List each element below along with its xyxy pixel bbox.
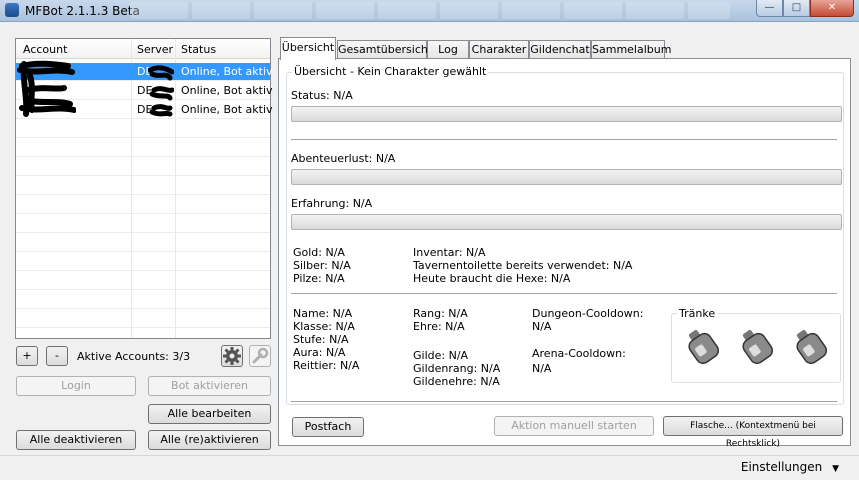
einstellungen-label: Einstellungen — [740, 460, 823, 474]
account-list-header: Account Server Status — [16, 39, 270, 59]
alle-bearbeiten-button[interactable]: Alle bearbeiten — [148, 404, 271, 424]
separator — [291, 293, 837, 294]
stufe-label: Stufe: N/A — [293, 333, 349, 346]
title-bar: MFBot 2.1.1.3 Beta — □ ✕ — [0, 0, 859, 22]
settings-button[interactable] — [221, 345, 243, 367]
traenke-groupbox-title: Tränke — [677, 307, 718, 320]
empty-row — [16, 291, 270, 309]
empty-row — [16, 158, 270, 176]
klasse-label: Klasse: N/A — [293, 320, 355, 333]
tab-log[interactable]: Log — [427, 40, 469, 59]
gildenehre-label: Gildenehre: N/A — [413, 375, 500, 388]
account-status: Online, Bot aktiv — [181, 84, 273, 97]
bot-aktivieren-button[interactable]: Bot aktivieren — [148, 376, 271, 396]
active-accounts-label: Aktive Accounts: 3/3 — [77, 350, 191, 363]
column-server[interactable]: Server — [137, 43, 173, 56]
remove-account-button[interactable]: - — [46, 346, 68, 366]
aura-label: Aura: N/A — [293, 346, 346, 359]
redaction-scribble — [148, 65, 174, 117]
background-taskbar — [130, 2, 730, 19]
status-bar: Einstellungen ▼ — [0, 455, 859, 480]
potion-bottle-icon[interactable] — [790, 326, 830, 366]
empty-row — [16, 120, 270, 138]
status-label: Status: N/A — [291, 89, 353, 102]
tools-button[interactable] — [249, 345, 271, 367]
empty-row — [16, 310, 270, 328]
empty-row — [16, 215, 270, 233]
add-account-button[interactable]: + — [16, 346, 38, 366]
hexe-label: Heute braucht die Hexe: N/A — [413, 272, 571, 285]
abenteuerlust-label: Abenteuerlust: N/A — [291, 152, 396, 165]
gilde-label: Gilde: N/A — [413, 349, 469, 362]
erfahrung-label: Erfahrung: N/A — [291, 197, 373, 210]
column-account[interactable]: Account — [23, 43, 67, 56]
alle-deaktivieren-button[interactable]: Alle deaktivieren — [16, 430, 136, 450]
erfahrung-progress-bar — [291, 214, 842, 230]
alle-reaktivieren-button[interactable]: Alle (re)aktivieren — [148, 430, 271, 450]
empty-row — [16, 272, 270, 290]
empty-row — [16, 253, 270, 271]
column-status[interactable]: Status — [181, 43, 216, 56]
tab-gildenchat[interactable]: Gildenchat — [529, 40, 591, 59]
tab-sammelalbum[interactable]: Sammelalbum — [591, 40, 671, 59]
dungeon-cooldown-value: N/A — [532, 320, 552, 333]
maximize-button[interactable]: □ — [783, 0, 810, 17]
flasche-button[interactable]: Flasche... (Kontextmenü bei Rechtsklick) — [663, 416, 843, 449]
arena-cooldown-value: N/A — [532, 362, 552, 375]
dropdown-arrow-icon: ▼ — [832, 464, 839, 474]
empty-row — [16, 139, 270, 157]
postfach-button[interactable]: Postfach — [292, 417, 364, 437]
tab-gesamtuebersicht[interactable]: Gesamtübersicht — [337, 40, 432, 59]
reittier-label: Reittier: N/A — [293, 359, 360, 372]
potion-bottle-icon[interactable] — [682, 326, 722, 366]
ehre-label: Ehre: N/A — [413, 320, 465, 333]
name-label: Name: N/A — [293, 307, 353, 320]
empty-row — [16, 177, 270, 195]
gildenrang-label: Gildenrang: N/A — [413, 362, 501, 375]
account-status: Online, Bot aktiv — [181, 65, 273, 78]
wrench-icon — [252, 347, 269, 364]
gold-label: Gold: N/A — [293, 246, 345, 259]
separator — [291, 139, 837, 140]
app-icon — [5, 3, 19, 17]
tavernentoilette-label: Tavernentoilette bereits verwendet: N/A — [413, 259, 633, 272]
separator — [291, 401, 837, 402]
redaction-scribble — [17, 60, 76, 117]
overview-panel: Übersicht - Kein Charakter gewählt Statu… — [278, 58, 851, 449]
einstellungen-menu[interactable]: Einstellungen ▼ — [741, 460, 839, 474]
overview-groupbox-title: Übersicht - Kein Charakter gewählt — [292, 65, 489, 78]
pilze-label: Pilze: N/A — [293, 272, 345, 285]
dungeon-cooldown-label: Dungeon-Cooldown: — [532, 307, 644, 320]
rang-label: Rang: N/A — [413, 307, 468, 320]
empty-row — [16, 196, 270, 214]
inventar-label: Inventar: N/A — [413, 246, 486, 259]
tab-charakter[interactable]: Charakter — [469, 40, 529, 59]
window-title: MFBot 2.1.1.3 Beta — [25, 4, 140, 18]
tab-uebersicht[interactable]: Übersicht — [280, 37, 336, 60]
login-button[interactable]: Login — [16, 376, 136, 396]
silber-label: Silber: N/A — [293, 259, 351, 272]
account-status: Online, Bot aktiv — [181, 103, 273, 116]
status-progress-bar — [291, 106, 842, 122]
empty-row — [16, 234, 270, 252]
close-button[interactable]: ✕ — [810, 0, 854, 17]
abenteuerlust-progress-bar — [291, 169, 842, 185]
potion-bottle-icon[interactable] — [736, 326, 776, 366]
traenke-groupbox — [671, 313, 841, 383]
arena-cooldown-label: Arena-Cooldown: — [532, 347, 626, 360]
minimize-button[interactable]: — — [756, 0, 783, 17]
gear-icon — [223, 347, 241, 365]
aktion-manuell-starten-button[interactable]: Aktion manuell starten — [494, 416, 654, 436]
